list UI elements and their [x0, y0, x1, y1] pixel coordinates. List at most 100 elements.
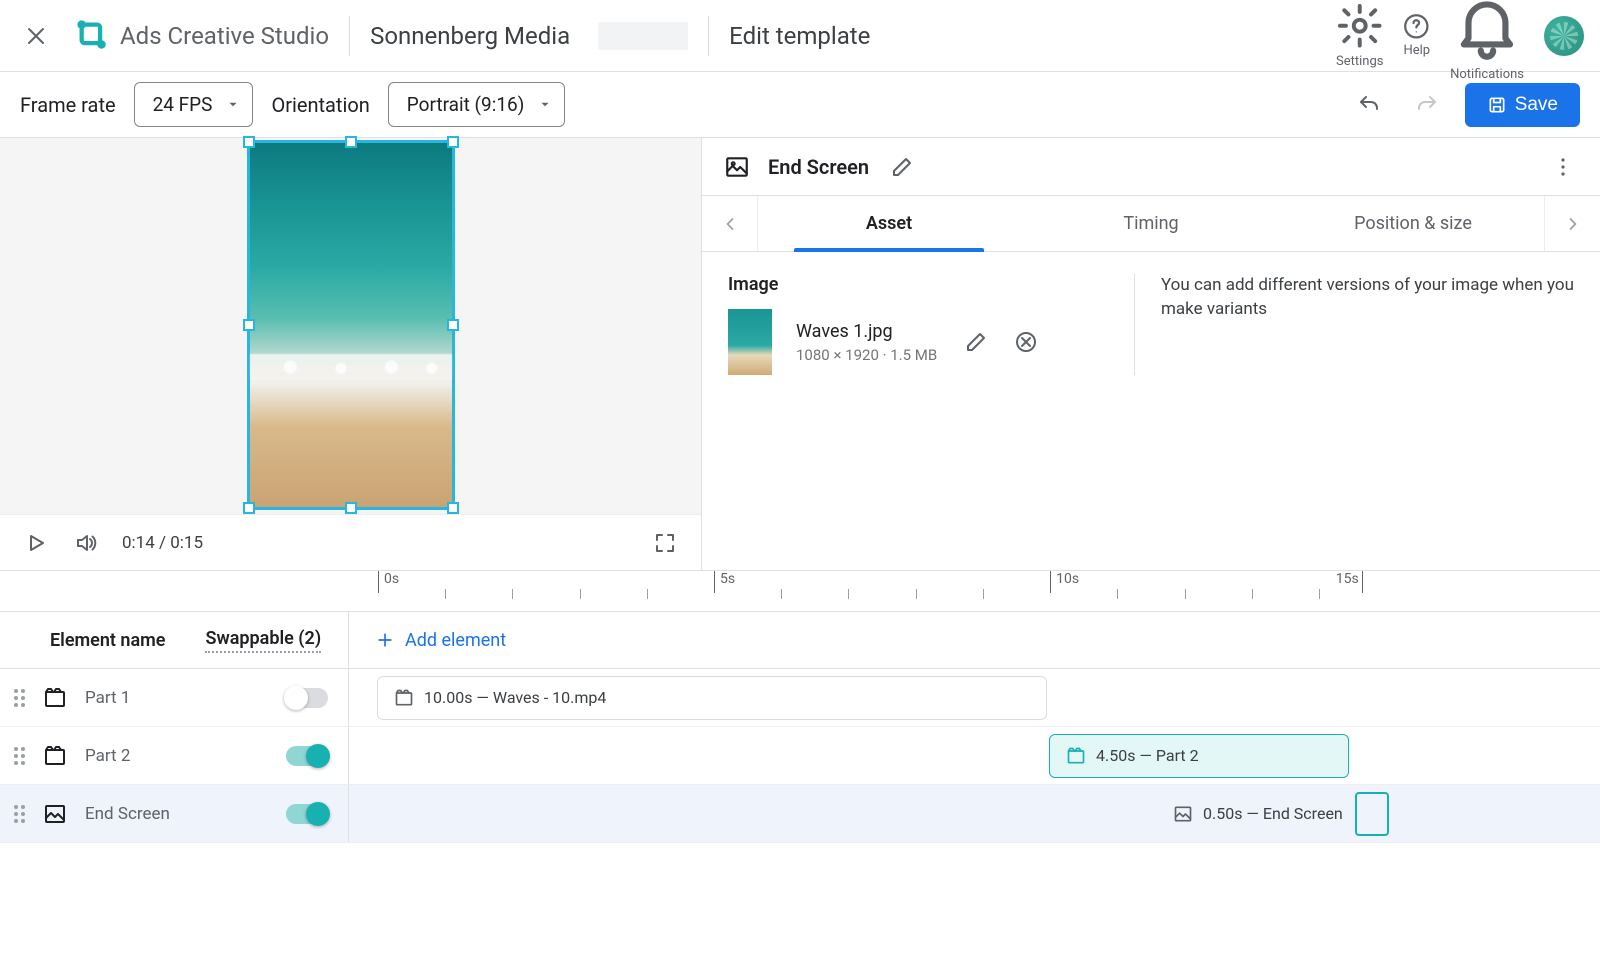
track-lane[interactable]: 10.00s — Waves - 10.mp4 — [349, 669, 1600, 726]
help-icon — [1403, 13, 1430, 40]
play-button[interactable] — [22, 529, 50, 557]
more-menu-button[interactable] — [1548, 152, 1578, 182]
player-time: 0:14 / 0:15 — [122, 533, 203, 553]
timeline-clip[interactable]: 0.50s — End Screen — [1157, 792, 1349, 836]
settings-label: Settings — [1336, 54, 1383, 69]
asset-row: Waves 1.jpg 1080 × 1920 · 1.5 MB — [728, 309, 1108, 375]
help-button[interactable]: Help — [1403, 13, 1430, 59]
player-bar: 0:14 / 0:15 — [0, 514, 701, 570]
image-icon — [43, 802, 67, 826]
swappable-toggle[interactable] — [286, 746, 328, 766]
brand: Ads Creative Studio — [76, 19, 329, 53]
edit-title-button[interactable] — [887, 152, 917, 182]
resize-handle[interactable] — [447, 136, 459, 148]
inspector-panel: End Screen Asset Timing Position & size … — [702, 138, 1600, 570]
panel-title: End Screen — [768, 155, 869, 179]
edit-asset-button[interactable] — [961, 327, 991, 357]
selected-frame[interactable] — [247, 140, 455, 510]
help-label: Help — [1403, 43, 1430, 58]
frame-rate-select[interactable]: 24 FPS — [134, 82, 254, 127]
swappable-toggle[interactable] — [286, 688, 328, 708]
caret-down-icon — [226, 93, 240, 116]
col-element-name: Element name — [50, 630, 165, 651]
tabs-prev-button[interactable] — [702, 196, 758, 251]
image-icon — [1173, 804, 1193, 824]
toolbar: Frame rate 24 FPS Orientation Portrait (… — [0, 72, 1600, 138]
add-element-button[interactable]: Add element — [349, 630, 506, 651]
avatar[interactable] — [1544, 16, 1584, 56]
resize-handle[interactable] — [243, 502, 255, 514]
app-bar: Ads Creative Studio Sonnenberg Media Edi… — [0, 0, 1600, 72]
track-name: End Screen — [85, 804, 170, 824]
image-icon — [724, 154, 750, 180]
canvas-area[interactable] — [0, 138, 701, 514]
video-icon — [394, 688, 414, 708]
swappable-toggle[interactable] — [286, 804, 328, 824]
variant-hint: You can add different versions of your i… — [1134, 274, 1574, 375]
settings-button[interactable]: Settings — [1336, 2, 1383, 68]
panel-header: End Screen — [702, 138, 1600, 196]
timeline: 0s 5s 10s 15s Element name Swappable (2) — [0, 570, 1600, 843]
app-title: Ads Creative Studio — [120, 22, 329, 50]
tab-asset[interactable]: Asset — [758, 196, 1020, 251]
save-label: Save — [1515, 94, 1558, 116]
tab-position-size[interactable]: Position & size — [1282, 196, 1544, 251]
asset-meta: 1080 × 1920 · 1.5 MB — [796, 346, 937, 364]
divider — [708, 16, 709, 56]
resize-handle[interactable] — [345, 502, 357, 514]
track-row: End Screen 0.50s — End Screen — [0, 785, 1600, 843]
timeline-clip[interactable]: 10.00s — Waves - 10.mp4 — [377, 676, 1047, 720]
tab-timing[interactable]: Timing — [1020, 196, 1282, 251]
track-row: Part 2 4.50s — Part 2 — [0, 727, 1600, 785]
resize-handle[interactable] — [447, 319, 459, 331]
col-swappable[interactable]: Swappable (2) — [205, 628, 321, 653]
track-name: Part 2 — [85, 746, 130, 766]
asset-name: Waves 1.jpg — [796, 321, 937, 342]
timeline-clip[interactable]: 4.50s — Part 2 — [1049, 734, 1349, 778]
drag-handle-icon[interactable] — [14, 747, 25, 765]
remove-asset-button[interactable] — [1011, 327, 1041, 357]
plus-icon — [375, 630, 395, 650]
resize-handle[interactable] — [345, 136, 357, 148]
track-lane[interactable]: 0.50s — End Screen — [349, 785, 1600, 842]
track-name: Part 1 — [85, 688, 130, 708]
asset-thumbnail[interactable] — [728, 309, 772, 375]
resize-handle[interactable] — [447, 502, 459, 514]
app-logo-icon — [76, 19, 110, 53]
frame-rate-value: 24 FPS — [153, 93, 213, 116]
drag-handle-icon[interactable] — [14, 689, 25, 707]
org-name: Sonnenberg Media — [370, 22, 570, 50]
resize-handle[interactable] — [243, 319, 255, 331]
clip-end-handle[interactable] — [1355, 792, 1389, 836]
orientation-value: Portrait (9:16) — [407, 93, 525, 116]
tracks-header: Element name Swappable (2) Add element — [0, 611, 1600, 669]
undo-button[interactable] — [1349, 85, 1389, 125]
panel-tabs: Asset Timing Position & size — [702, 196, 1600, 252]
frame-rate-label: Frame rate — [20, 93, 116, 117]
panel-body: Image Waves 1.jpg 1080 × 1920 · 1.5 MB Y… — [702, 252, 1600, 397]
org-chip — [598, 22, 688, 50]
save-button[interactable]: Save — [1465, 83, 1580, 127]
save-icon — [1487, 95, 1507, 115]
notifications-label: Notifications — [1450, 67, 1524, 82]
video-icon — [1066, 746, 1086, 766]
caret-down-icon — [538, 93, 552, 116]
stage: 0:14 / 0:15 — [0, 138, 702, 570]
gear-icon — [1336, 2, 1383, 49]
resize-handle[interactable] — [243, 136, 255, 148]
video-icon — [43, 686, 67, 710]
track-lane[interactable]: 4.50s — Part 2 — [349, 727, 1600, 784]
page-title: Edit template — [729, 22, 870, 50]
tabs-next-button[interactable] — [1544, 196, 1600, 251]
track-row: Part 1 10.00s — Waves - 10.mp4 — [0, 669, 1600, 727]
redo-button[interactable] — [1407, 85, 1447, 125]
time-ruler[interactable]: 0s 5s 10s 15s — [0, 571, 1600, 611]
video-icon — [43, 744, 67, 768]
notifications-button[interactable]: Notifications — [1450, 0, 1524, 82]
main: 0:14 / 0:15 End Screen Asset Timing Posi… — [0, 138, 1600, 570]
drag-handle-icon[interactable] — [14, 805, 25, 823]
volume-button[interactable] — [72, 529, 100, 557]
orientation-select[interactable]: Portrait (9:16) — [388, 82, 566, 127]
close-icon[interactable] — [16, 16, 56, 56]
fullscreen-button[interactable] — [651, 529, 679, 557]
